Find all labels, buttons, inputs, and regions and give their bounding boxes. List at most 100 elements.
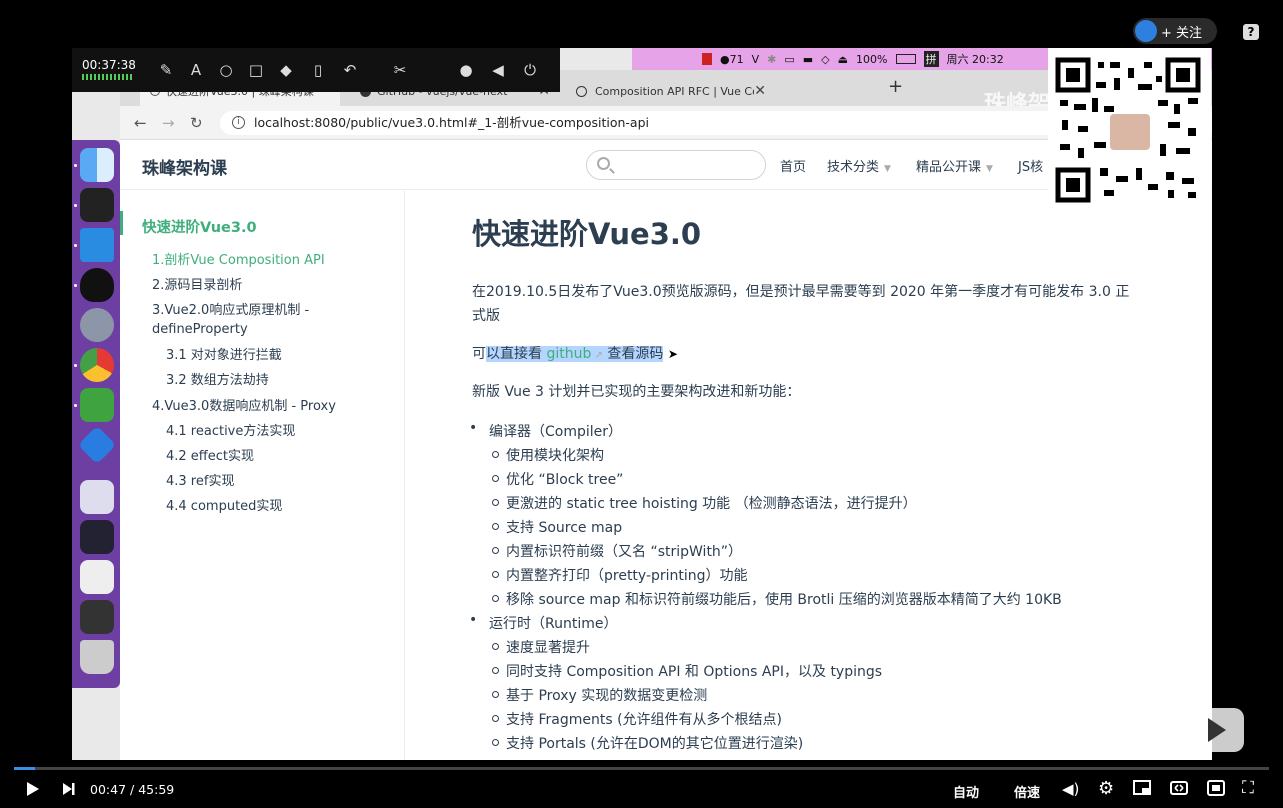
sidebar-item-ref[interactable]: 4.3 ref实现 xyxy=(166,472,234,491)
info-icon[interactable]: i xyxy=(232,116,245,129)
scissors-icon[interactable]: ✂ xyxy=(390,60,410,80)
list-item-label: 支持 Portals (允许在DOM的其它位置进行渲染) xyxy=(506,736,804,752)
tab-label: Composition API RFC | Vue Co xyxy=(594,84,755,98)
web-fullscreen-icon[interactable] xyxy=(1207,780,1225,800)
settings-icon[interactable]: ⚙ xyxy=(1098,778,1114,799)
speaker-icon[interactable]: ◀ xyxy=(488,60,508,80)
input-method-icon[interactable]: 拼 xyxy=(923,51,939,67)
site-title[interactable]: 珠峰架构课 xyxy=(142,154,227,179)
github-link[interactable]: github ↗ xyxy=(546,346,603,362)
sidebar-item-composition-api[interactable]: 1.剖析Vue Composition API xyxy=(152,251,325,270)
menubar-clock[interactable]: 周六 20:32 xyxy=(947,51,1004,67)
search-input[interactable] xyxy=(586,150,766,180)
list-item: 支持 Portals (允许在DOM的其它位置进行渲染) xyxy=(490,733,803,753)
sidebar-item-source-dir[interactable]: 2.源码目录剖析 xyxy=(152,276,242,295)
window-thumb-icon[interactable] xyxy=(80,600,114,634)
nav-label: 技术分类 xyxy=(827,160,880,175)
time-current: 00:47 xyxy=(90,782,127,797)
close-icon[interactable]: ✕ xyxy=(754,83,766,99)
play-icon[interactable] xyxy=(26,781,40,801)
xmind-icon[interactable] xyxy=(77,425,117,465)
sidebar-item-object-intercept[interactable]: 3.1 对对象进行拦截 xyxy=(166,346,282,365)
list-item-label: 同时支持 Composition API 和 Options API，以及 ty… xyxy=(506,664,883,680)
fullscreen-icon[interactable]: ⛶ xyxy=(1242,778,1254,798)
running-indicator xyxy=(74,364,77,367)
nav-open-courses[interactable]: 精品公开课 ▼ xyxy=(916,156,993,175)
trash-icon[interactable]: ▯ xyxy=(308,60,328,80)
window-thumb-icon[interactable] xyxy=(80,560,114,594)
globe-icon xyxy=(576,85,587,97)
airplay-icon[interactable]: ▭ xyxy=(784,53,794,66)
nav-js[interactable]: JS核 xyxy=(1018,156,1043,175)
follow-button[interactable]: + 关注 xyxy=(1133,18,1217,44)
sidebar-item-computed[interactable]: 4.4 computed实现 xyxy=(166,497,282,516)
pen-icon[interactable]: ✎ xyxy=(156,60,176,80)
film-icon[interactable] xyxy=(702,53,712,65)
window-thumb-icon[interactable] xyxy=(80,520,114,554)
chrome-icon[interactable] xyxy=(80,348,114,382)
power-icon[interactable]: ⏻ xyxy=(520,60,540,80)
camtasia-icon[interactable] xyxy=(80,388,114,422)
progress-fill xyxy=(14,767,35,770)
circle-icon[interactable]: ○ xyxy=(216,60,236,80)
progress-bar[interactable] xyxy=(14,767,1269,770)
sidebar-item-vue2-reactivity-cont[interactable]: defineProperty xyxy=(152,320,248,339)
qq-icon[interactable]: ●71 xyxy=(720,53,744,66)
sidebar-item-reactive[interactable]: 4.1 reactive方法实现 xyxy=(166,422,295,441)
browser-tab[interactable]: Composition API RFC | Vue Co ✕ xyxy=(566,76,776,106)
rectangle-icon[interactable]: □ xyxy=(246,60,266,80)
features-intro: 新版 Vue 3 计划并已实现的主要架构改进和新功能： xyxy=(472,384,801,400)
recorder-toolbar: 00:37:38 ✎ A ○ □ ◆ ▯ ↶ ✂ ● ◀ ⏻ xyxy=(72,48,560,92)
list-item: 基于 Proxy 实现的数据变更检测 xyxy=(490,685,707,705)
caret-down-icon: ▼ xyxy=(986,164,993,174)
trash-icon[interactable] xyxy=(80,640,114,674)
back-icon[interactable]: ← xyxy=(134,114,147,132)
qq-icon[interactable] xyxy=(80,268,114,302)
battery-icon[interactable] xyxy=(895,54,916,64)
sidebar-item-vue3-proxy[interactable]: 4.Vue3.0数据响应机制 - Proxy xyxy=(152,397,336,416)
launchpad-icon[interactable] xyxy=(80,308,114,342)
nav-categories[interactable]: 技术分类 ▼ xyxy=(827,156,891,175)
forward-icon[interactable]: → xyxy=(162,114,175,132)
microphone-icon[interactable]: ● xyxy=(456,60,476,80)
widescreen-icon[interactable] xyxy=(1170,780,1188,800)
pip-icon[interactable] xyxy=(1133,780,1151,800)
bluetooth-icon[interactable]: ✱ xyxy=(767,53,776,66)
quality-button[interactable]: 自动 xyxy=(953,782,979,801)
nav-home[interactable]: 首页 xyxy=(780,156,806,175)
help-icon[interactable]: ? xyxy=(1243,24,1259,40)
eject-icon[interactable]: ⏏ xyxy=(838,53,848,66)
list-item: 移除 source map 和标识符前缀功能后，使用 Brotli 压缩的浏览器… xyxy=(490,589,1062,609)
running-indicator xyxy=(74,204,77,207)
list-item-label: 更激进的 static tree hoisting 功能 （检测静态语法，进行提… xyxy=(506,496,917,512)
window-thumb-icon[interactable] xyxy=(80,480,114,514)
external-link-icon: ↗ xyxy=(591,350,603,361)
web-page: 珠峰架构课 首页 技术分类 ▼ 精品公开课 ▼ JS核 快速进阶Vue3.0 1.剖… xyxy=(120,140,1212,760)
new-tab-button[interactable]: + xyxy=(888,76,903,97)
vscode-icon[interactable] xyxy=(80,228,114,262)
sidebar-heading[interactable]: 快速进阶Vue3.0 xyxy=(142,219,257,238)
reload-icon[interactable]: ↻ xyxy=(190,114,203,132)
sidebar-active-indicator xyxy=(120,211,123,235)
play-icon xyxy=(1208,718,1226,742)
eraser-icon[interactable]: ◆ xyxy=(276,60,296,80)
speed-button[interactable]: 倍速 xyxy=(1014,782,1040,801)
display-icon[interactable]: ▬ xyxy=(803,53,813,66)
mac-dock xyxy=(72,140,120,688)
selected-text: 查看源码 xyxy=(602,346,664,362)
text-icon[interactable]: A xyxy=(186,60,206,80)
large-play-button[interactable] xyxy=(1186,708,1244,752)
list-item: 优化 “Block tree” xyxy=(490,469,623,489)
sidebar-item-effect[interactable]: 4.2 effect实现 xyxy=(166,447,254,466)
volume-icon[interactable]: ◀) xyxy=(1062,780,1079,798)
wifi-icon[interactable]: ◇ xyxy=(821,53,829,66)
search-icon xyxy=(597,157,610,170)
undo-icon[interactable]: ↶ xyxy=(340,60,360,80)
sidebar-item-vue2-reactivity[interactable]: 3.Vue2.0响应式原理机制 - xyxy=(152,301,309,320)
sidebar-item-array-hijack[interactable]: 3.2 数组方法劫持 xyxy=(166,371,269,390)
vpn-icon[interactable]: V xyxy=(752,53,760,66)
terminal-icon[interactable] xyxy=(80,188,114,222)
next-icon[interactable] xyxy=(62,781,76,801)
audio-level-meter xyxy=(82,74,132,80)
finder-icon[interactable] xyxy=(80,148,114,182)
